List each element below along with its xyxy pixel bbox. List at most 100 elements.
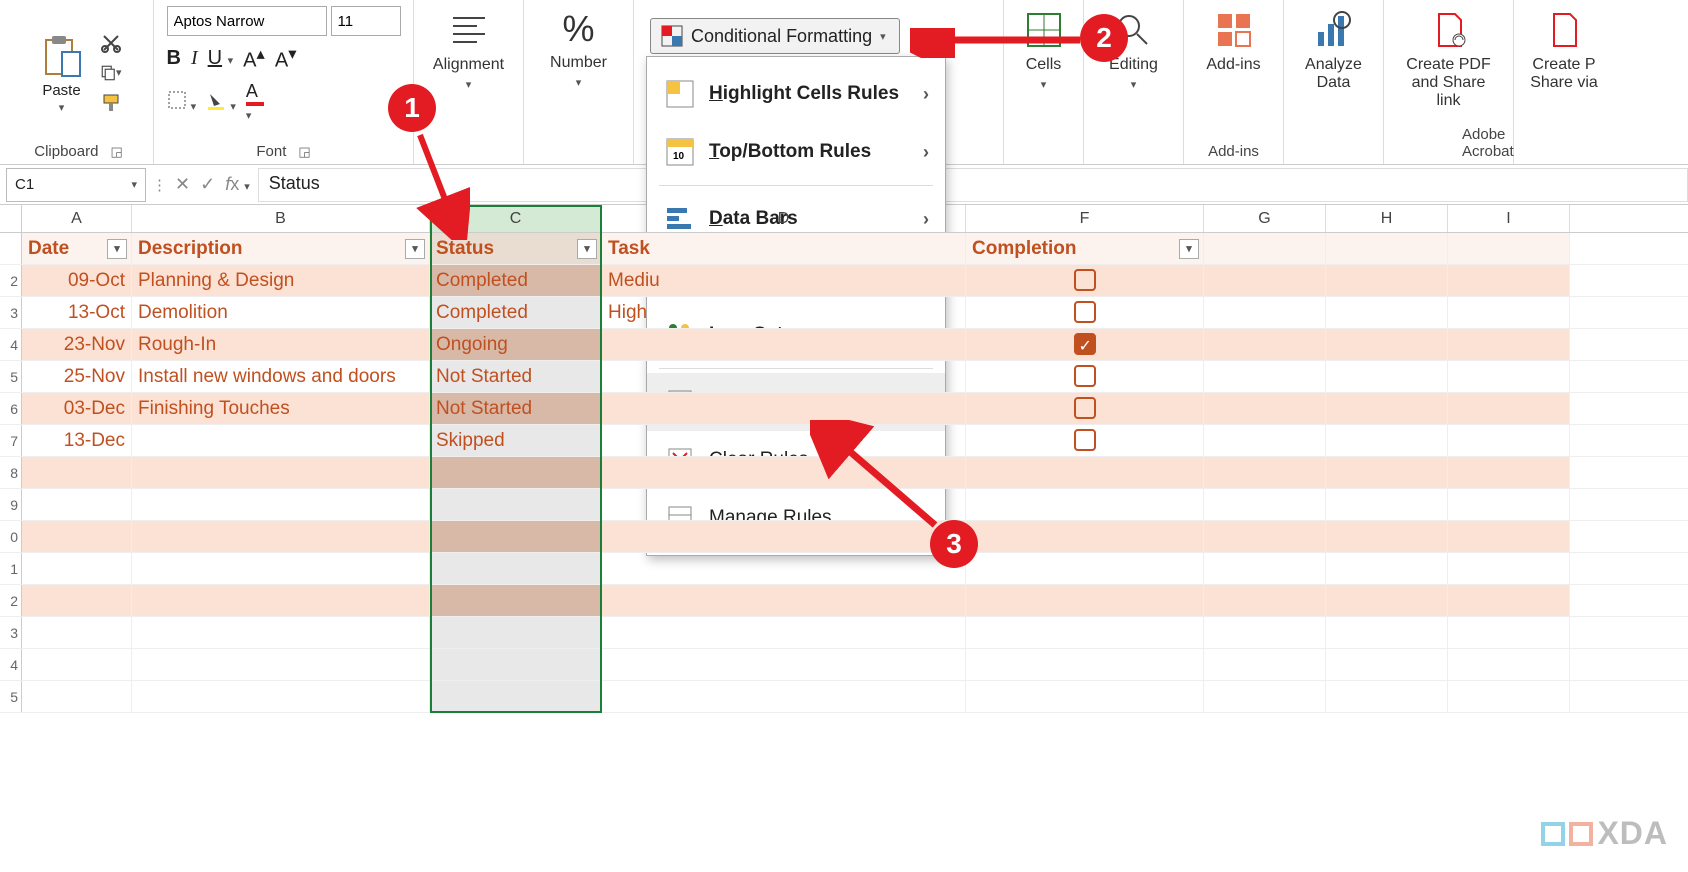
decrease-font-icon[interactable]: A▾ (275, 44, 297, 73)
formula-input[interactable]: Status (258, 168, 1688, 202)
cell[interactable] (1326, 553, 1448, 584)
row-number[interactable]: 6 (0, 393, 22, 424)
cell-status[interactable]: Completed (430, 297, 602, 328)
cell[interactable] (1326, 521, 1448, 552)
cell[interactable] (966, 617, 1204, 648)
cell[interactable] (602, 649, 966, 680)
cell[interactable] (1326, 265, 1448, 296)
cell-completion[interactable] (966, 425, 1204, 456)
cell-date[interactable]: 25-Nov (22, 361, 132, 392)
cell[interactable] (1204, 649, 1326, 680)
row-number[interactable]: 4 (0, 649, 22, 680)
cell[interactable] (430, 457, 602, 488)
cell[interactable] (132, 585, 430, 616)
row-number[interactable]: 2 (0, 265, 22, 296)
cell[interactable] (1448, 297, 1570, 328)
name-box[interactable]: C1 ▾ (6, 168, 146, 202)
cell[interactable] (1448, 265, 1570, 296)
col-header-H[interactable]: H (1326, 205, 1448, 232)
cell[interactable] (1326, 393, 1448, 424)
col-header-A[interactable]: A (22, 205, 132, 232)
header-date[interactable]: Date▾ (22, 233, 132, 264)
cell[interactable] (1448, 617, 1570, 648)
cell[interactable] (132, 649, 430, 680)
cell[interactable] (1448, 681, 1570, 712)
alignment-button[interactable]: Alignment ▾ (425, 6, 512, 93)
cell[interactable] (1448, 425, 1570, 456)
borders-button[interactable]: ▾ (167, 90, 197, 114)
font-name-select[interactable] (167, 6, 327, 36)
filter-button[interactable]: ▾ (107, 239, 127, 259)
cell-task[interactable]: Mediu (602, 265, 966, 296)
row-number[interactable]: 5 (0, 361, 22, 392)
cell[interactable] (1326, 297, 1448, 328)
cell[interactable] (1204, 521, 1326, 552)
fx-icon[interactable]: fx ▾ (225, 174, 250, 195)
cancel-formula-icon[interactable]: ✕ (175, 174, 190, 195)
cell[interactable] (1448, 489, 1570, 520)
cell[interactable] (1448, 233, 1570, 264)
cell[interactable] (966, 553, 1204, 584)
row-number[interactable]: 5 (0, 681, 22, 712)
cell-completion[interactable] (966, 265, 1204, 296)
cell[interactable] (1448, 457, 1570, 488)
cell[interactable] (1204, 425, 1326, 456)
cell[interactable] (1326, 233, 1448, 264)
cell[interactable] (602, 553, 966, 584)
cell[interactable] (1326, 489, 1448, 520)
row-number[interactable]: 4 (0, 329, 22, 360)
italic-button[interactable]: I (191, 47, 198, 70)
cell[interactable] (430, 585, 602, 616)
cell[interactable] (1448, 361, 1570, 392)
col-header-D[interactable]: D (602, 205, 966, 232)
cell[interactable] (1204, 265, 1326, 296)
cell[interactable] (1326, 649, 1448, 680)
cell[interactable] (22, 553, 132, 584)
cell[interactable] (1204, 393, 1326, 424)
cell[interactable] (22, 649, 132, 680)
cell-completion[interactable] (966, 393, 1204, 424)
cell[interactable] (22, 457, 132, 488)
cell[interactable] (602, 585, 966, 616)
col-header-I[interactable]: I (1448, 205, 1570, 232)
row-number[interactable]: 2 (0, 585, 22, 616)
cell-completion[interactable] (966, 329, 1204, 360)
cell[interactable] (22, 489, 132, 520)
cell[interactable] (1448, 585, 1570, 616)
cell[interactable] (22, 681, 132, 712)
cell[interactable] (1326, 361, 1448, 392)
header-completion[interactable]: Completion▾ (966, 233, 1204, 264)
cell[interactable] (1448, 329, 1570, 360)
filter-button[interactable]: ▾ (577, 239, 597, 259)
copy-icon[interactable]: ▾ (100, 62, 122, 84)
row-number[interactable]: 3 (0, 297, 22, 328)
cell-completion[interactable] (966, 297, 1204, 328)
col-header-B[interactable]: B (132, 205, 430, 232)
conditional-formatting-button[interactable]: Conditional Formatting ▾ (650, 18, 900, 54)
cell-completion[interactable] (966, 361, 1204, 392)
paste-button[interactable]: Paste ▾ (36, 30, 88, 116)
cell[interactable] (132, 521, 430, 552)
col-header-F[interactable]: F (966, 205, 1204, 232)
cell[interactable] (966, 457, 1204, 488)
cell[interactable] (1448, 521, 1570, 552)
cell[interactable] (430, 489, 602, 520)
cell-description[interactable] (132, 425, 430, 456)
cell-status[interactable]: Not Started (430, 393, 602, 424)
select-all-corner[interactable] (0, 205, 22, 232)
cell[interactable] (1204, 553, 1326, 584)
cell-description[interactable]: Planning & Design (132, 265, 430, 296)
create-pdf2-button[interactable]: Create P Share via (1522, 6, 1606, 94)
checkbox[interactable] (1074, 301, 1096, 323)
cell[interactable] (1204, 361, 1326, 392)
cell[interactable] (132, 681, 430, 712)
increase-font-icon[interactable]: A▴ (243, 44, 265, 73)
cell[interactable] (1448, 553, 1570, 584)
cell[interactable] (430, 553, 602, 584)
cell[interactable] (1204, 457, 1326, 488)
dialog-launcher-icon[interactable]: ◲ (110, 144, 122, 160)
row-number[interactable]: 9 (0, 489, 22, 520)
row-number[interactable]: 0 (0, 521, 22, 552)
font-color-button[interactable]: A ▾ (246, 81, 264, 123)
dialog-launcher-icon[interactable]: ◲ (298, 144, 310, 160)
